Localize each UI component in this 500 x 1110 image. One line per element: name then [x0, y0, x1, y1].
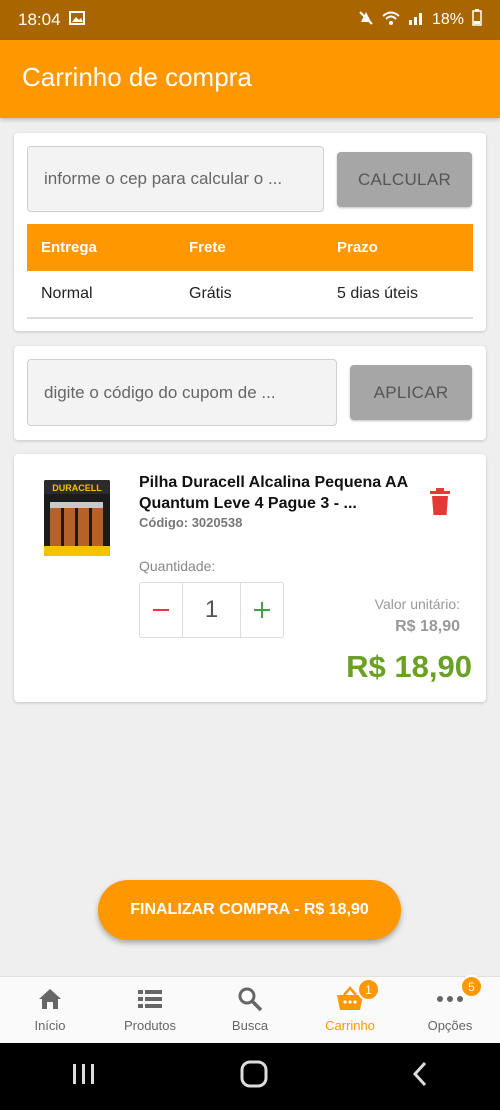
battery-level: 18% [431, 11, 464, 28]
system-navigation-bar [0, 1043, 500, 1110]
quantity-value[interactable]: 1 [182, 583, 241, 637]
nav-item-cart[interactable]: 1 Carrinho [300, 977, 400, 1043]
recent-apps-icon[interactable] [71, 1063, 97, 1090]
home-icon [37, 985, 63, 1013]
product-title[interactable]: Pilha Duracell Alcalina Pequena AA Quant… [139, 472, 409, 514]
column-header-deadline: Prazo [337, 239, 378, 256]
cart-item-card: DURACELL Pilha Duracell Alcalina Pequena… [14, 454, 486, 702]
minus-icon [153, 609, 169, 611]
status-time: 18:04 [18, 10, 61, 29]
battery-icon [472, 9, 482, 31]
app-bar: Carrinho de compra [0, 40, 500, 118]
nav-item-search[interactable]: Busca [200, 977, 300, 1043]
freight-value: Grátis [189, 285, 232, 302]
signal-icon [408, 11, 424, 30]
shipping-row[interactable]: Normal Grátis 5 dias úteis [27, 271, 473, 319]
calculate-button[interactable]: CALCULAR [337, 152, 472, 207]
wifi-icon [382, 11, 400, 30]
unit-price-label: Valor unitário: [374, 596, 460, 612]
delivery-deadline: 5 dias úteis [337, 285, 418, 302]
nav-label-options: Opções [427, 1018, 473, 1033]
product-image[interactable]: DURACELL [44, 480, 110, 556]
nav-item-products[interactable]: Produtos [100, 977, 200, 1043]
cep-input[interactable]: informe o cep para calcular o ... [27, 146, 324, 212]
decrease-quantity-button[interactable] [140, 583, 182, 637]
coupon-card: digite o código do cupom de ... APLICAR [14, 346, 486, 440]
nav-label-search: Busca [231, 1018, 269, 1033]
list-icon [137, 985, 163, 1013]
nav-label-home: Início [34, 1018, 66, 1033]
shipping-table-header: Entrega Frete Prazo [27, 224, 473, 271]
increase-quantity-button[interactable] [241, 583, 283, 637]
item-total-price: R$ 18,90 [346, 649, 472, 684]
quantity-label: Quantidade: [139, 558, 216, 574]
checkout-button[interactable]: FINALIZAR COMPRA - R$ 18,90 [98, 880, 401, 940]
product-brand-label: DURACELL [52, 483, 102, 493]
bottom-navigation: Início Produtos Busca 1 Carrinho 5 Opçõe… [0, 975, 500, 1043]
apply-coupon-button[interactable]: APLICAR [350, 365, 472, 420]
nav-label-cart: Carrinho [325, 1018, 375, 1033]
mute-icon [358, 10, 374, 31]
gallery-notification-icon [68, 10, 85, 30]
page-title: Carrinho de compra [22, 62, 252, 92]
back-icon[interactable] [411, 1061, 429, 1092]
column-header-delivery: Entrega [41, 239, 97, 256]
quantity-stepper: 1 [139, 582, 284, 638]
search-icon [237, 985, 263, 1013]
status-bar: 18:04 18% [0, 0, 500, 40]
shipping-table: Entrega Frete Prazo Normal Grátis 5 dias… [27, 224, 473, 319]
cart-badge: 1 [357, 978, 380, 1001]
options-badge: 5 [460, 975, 483, 998]
nav-item-options[interactable]: 5 Opções [400, 975, 500, 1043]
column-header-freight: Frete [189, 239, 226, 256]
nav-label-products: Produtos [123, 1018, 177, 1033]
coupon-input[interactable]: digite o código do cupom de ... [27, 359, 337, 426]
delivery-type: Normal [41, 285, 93, 302]
nav-item-home[interactable]: Início [0, 977, 100, 1043]
plus-icon [254, 602, 270, 618]
shipping-card: informe o cep para calcular o ... CALCUL… [14, 133, 486, 331]
product-code: Código: 3020538 [139, 515, 243, 530]
home-button-icon[interactable] [240, 1060, 268, 1093]
delete-icon[interactable] [428, 488, 452, 516]
unit-price: R$ 18,90 [395, 618, 460, 635]
